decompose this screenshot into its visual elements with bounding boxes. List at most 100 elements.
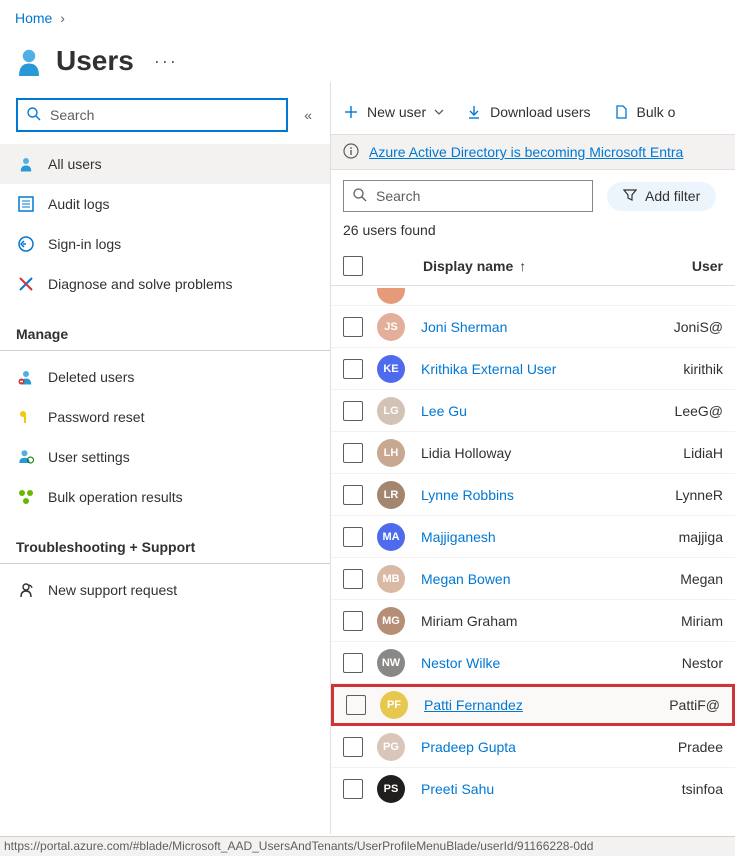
sidebar-item-audit-logs[interactable]: Audit logs [0, 184, 330, 224]
deleted-user-icon [16, 367, 36, 387]
row-checkbox[interactable] [343, 527, 363, 547]
sidebar-section-manage: Manage [0, 304, 330, 351]
row-checkbox[interactable] [343, 359, 363, 379]
avatar: LH [377, 439, 405, 467]
table-row[interactable]: LGLee GuLeeG@ [331, 390, 735, 432]
user-principal-name: LeeG@ [675, 403, 723, 419]
toolbar-label: Bulk o [637, 104, 676, 120]
table-row[interactable]: LHLidia HollowayLidiaH [331, 432, 735, 474]
avatar [377, 288, 405, 304]
breadcrumb-home[interactable]: Home [15, 10, 52, 26]
table-row[interactable]: PF Patti FernandezPattiF@ [331, 684, 735, 726]
sidebar-item-support-request[interactable]: New support request [0, 570, 330, 610]
sidebar-item-user-settings[interactable]: User settings [0, 437, 330, 477]
row-checkbox[interactable] [343, 485, 363, 505]
toolbar-label: Download users [490, 104, 590, 120]
row-checkbox[interactable] [343, 317, 363, 337]
avatar: PS [377, 775, 405, 803]
user-display-name[interactable]: Lynne Robbins [421, 487, 675, 503]
download-icon [466, 104, 482, 120]
search-icon [352, 187, 368, 206]
user-principal-name: PattiF@ [669, 697, 720, 713]
row-checkbox[interactable] [343, 737, 363, 757]
user-principal-name: kirithik [683, 361, 723, 377]
table-row[interactable]: NWNestor WilkeNestor [331, 642, 735, 684]
avatar: PF [380, 691, 408, 719]
sidebar-search-input[interactable] [50, 107, 278, 123]
avatar: PG [377, 733, 405, 761]
user-display-name[interactable]: Lee Gu [421, 403, 675, 419]
avatar: NW [377, 649, 405, 677]
add-filter-label: Add filter [645, 188, 700, 204]
user-display-name[interactable]: Joni Sherman [421, 319, 674, 335]
sidebar-search[interactable] [16, 98, 288, 132]
table-row[interactable]: MAMajjiganeshmajjiga [331, 516, 735, 558]
table-row[interactable]: JSJoni ShermanJoniS@ [331, 306, 735, 348]
new-user-button[interactable]: New user [343, 104, 444, 120]
sidebar-item-diagnose[interactable]: Diagnose and solve problems [0, 264, 330, 304]
support-icon [16, 580, 36, 600]
add-filter-button[interactable]: Add filter [607, 182, 716, 211]
user-principal-name: JoniS@ [674, 319, 723, 335]
user-display-name[interactable]: Nestor Wilke [421, 655, 682, 671]
user-principal-name: Megan [680, 571, 723, 587]
bulk-operations-button[interactable]: Bulk o [613, 104, 676, 120]
table-row[interactable]: LRLynne RobbinsLynneR [331, 474, 735, 516]
info-banner-link[interactable]: Azure Active Directory is becoming Micro… [369, 144, 683, 160]
user-display-name[interactable]: Preeti Sahu [421, 781, 682, 797]
user-display-name[interactable]: Krithika External User [421, 361, 683, 377]
user-display-name[interactable]: Pradeep Gupta [421, 739, 678, 755]
row-checkbox[interactable] [343, 611, 363, 631]
list-icon [16, 194, 36, 214]
user-principal-name: tsinfoa [682, 781, 723, 797]
user-display-name: Miriam Graham [421, 613, 681, 629]
row-checkbox[interactable] [343, 401, 363, 421]
column-display-name[interactable]: Display name ↑ [423, 258, 526, 274]
collapse-sidebar-icon[interactable]: « [304, 107, 318, 123]
page-header: Users ··· [0, 26, 735, 82]
sidebar: « All users Audit logs Sign-in logs Diag… [0, 82, 330, 834]
download-users-button[interactable]: Download users [466, 104, 590, 120]
sidebar-item-password-reset[interactable]: Password reset [0, 397, 330, 437]
table-row[interactable]: MBMegan BowenMegan [331, 558, 735, 600]
user-principal-name: Pradee [678, 739, 723, 755]
sidebar-item-deleted-users[interactable]: Deleted users [0, 357, 330, 397]
sidebar-item-label: Audit logs [48, 196, 109, 212]
key-icon [16, 407, 36, 427]
main-content: New user Download users Bulk o Azure Act… [330, 82, 735, 834]
sidebar-item-label: New support request [48, 582, 177, 598]
user-principal-name: LynneR [675, 487, 723, 503]
info-icon [343, 143, 359, 162]
user-display-name[interactable]: Majjiganesh [421, 529, 679, 545]
row-checkbox[interactable] [343, 653, 363, 673]
user-principal-name: Miriam [681, 613, 723, 629]
table-row[interactable] [331, 286, 735, 306]
sidebar-item-signin-logs[interactable]: Sign-in logs [0, 224, 330, 264]
row-checkbox[interactable] [346, 695, 366, 715]
sidebar-item-label: Diagnose and solve problems [48, 276, 232, 292]
users-search-input[interactable] [376, 188, 584, 204]
users-icon [14, 44, 44, 78]
user-principal-name: LidiaH [683, 445, 723, 461]
sidebar-item-label: Deleted users [48, 369, 134, 385]
signin-icon [16, 234, 36, 254]
select-all-checkbox[interactable] [343, 256, 363, 276]
user-display-name[interactable]: Patti Fernandez [424, 697, 669, 713]
row-checkbox[interactable] [343, 569, 363, 589]
chevron-right-icon: › [60, 10, 65, 26]
sidebar-item-all-users[interactable]: All users [0, 144, 330, 184]
more-menu-icon[interactable]: ··· [154, 51, 178, 72]
user-display-name[interactable]: Megan Bowen [421, 571, 680, 587]
table-row[interactable]: KEKrithika External Userkirithik [331, 348, 735, 390]
info-banner: Azure Active Directory is becoming Micro… [331, 134, 735, 170]
sort-asc-icon: ↑ [519, 258, 526, 274]
column-upn[interactable]: User [692, 258, 723, 274]
table-row[interactable]: PG Pradeep GuptaPradee [331, 726, 735, 768]
sidebar-item-label: Sign-in logs [48, 236, 121, 252]
users-search[interactable] [343, 180, 593, 212]
table-row[interactable]: PS Preeti Sahutsinfoa [331, 768, 735, 806]
row-checkbox[interactable] [343, 779, 363, 799]
table-row[interactable]: MGMiriam GrahamMiriam [331, 600, 735, 642]
sidebar-item-bulk-results[interactable]: Bulk operation results [0, 477, 330, 517]
row-checkbox[interactable] [343, 443, 363, 463]
